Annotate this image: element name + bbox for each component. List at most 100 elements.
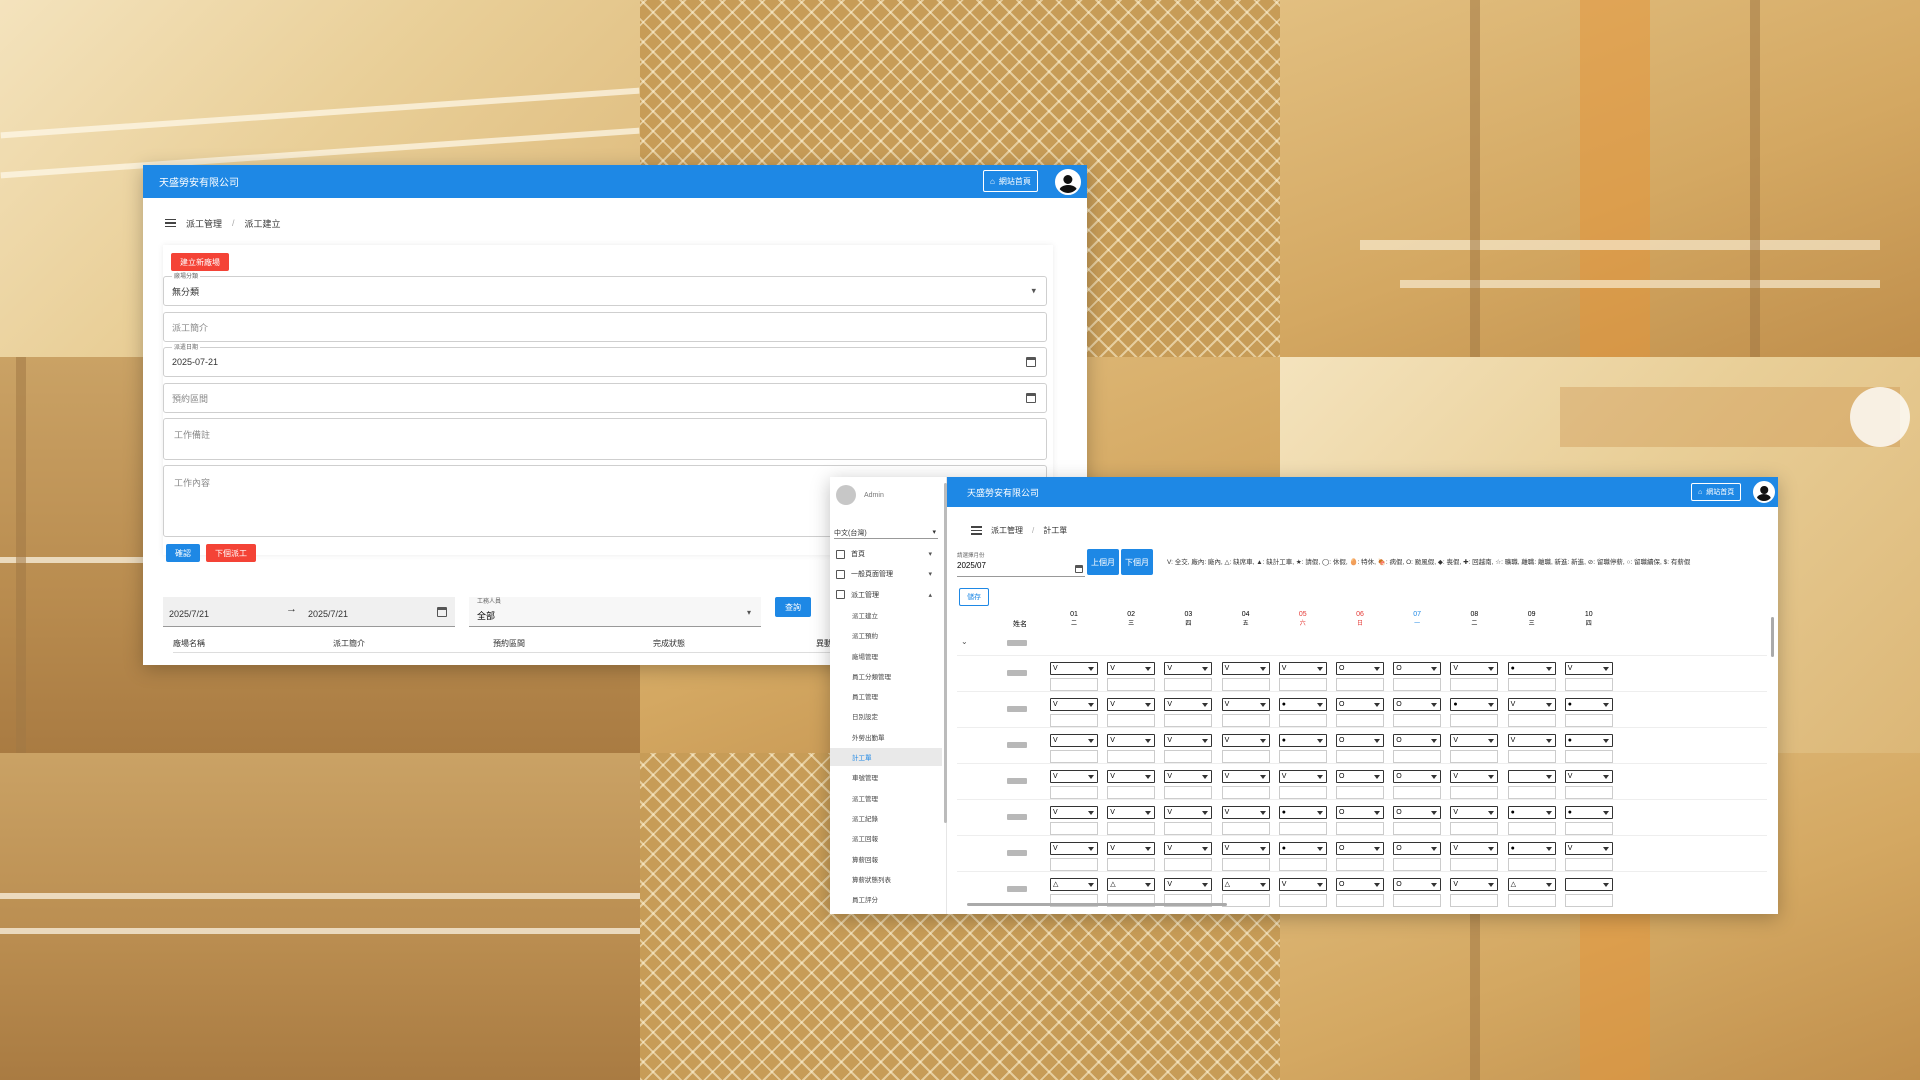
attendance-select[interactable]: V: [1164, 734, 1213, 747]
attendance-select[interactable]: △: [1221, 878, 1270, 891]
attendance-select[interactable]: [1564, 878, 1613, 891]
hours-input[interactable]: [1278, 714, 1327, 727]
hours-input[interactable]: [1221, 678, 1270, 691]
hours-input[interactable]: [1393, 786, 1442, 799]
hours-input[interactable]: [1107, 822, 1156, 835]
hours-input[interactable]: [1107, 678, 1156, 691]
hours-input[interactable]: [1336, 894, 1384, 907]
hours-input[interactable]: [1393, 714, 1442, 727]
sidebar-item[interactable]: 算薪回報: [830, 850, 942, 868]
hours-input[interactable]: [1221, 858, 1270, 871]
attendance-select[interactable]: △: [1507, 878, 1556, 891]
hours-input[interactable]: [1164, 786, 1213, 799]
note-textarea[interactable]: 工作備註: [163, 418, 1047, 460]
create-site-button[interactable]: 建立新廠場: [171, 253, 229, 271]
period-input[interactable]: 預約區間: [163, 383, 1047, 413]
attendance-select[interactable]: V: [1107, 662, 1156, 675]
attendance-select[interactable]: V: [1221, 770, 1270, 783]
attendance-select[interactable]: ●: [1564, 806, 1613, 819]
hours-input[interactable]: [1221, 750, 1270, 763]
hours-input[interactable]: [1050, 822, 1098, 835]
hours-input[interactable]: [1336, 858, 1384, 871]
hours-input[interactable]: [1507, 858, 1556, 871]
attendance-select[interactable]: ●: [1278, 842, 1327, 855]
attendance-select[interactable]: V: [1107, 698, 1156, 711]
sidebar-item[interactable]: 廠場管理: [830, 647, 942, 665]
attendance-select[interactable]: V: [1450, 734, 1499, 747]
attendance-select[interactable]: O: [1393, 662, 1442, 675]
attendance-select[interactable]: O: [1336, 770, 1384, 783]
attendance-select[interactable]: V: [1107, 842, 1156, 855]
hours-input[interactable]: [1564, 786, 1613, 799]
hours-input[interactable]: [1393, 822, 1442, 835]
menu-icon[interactable]: [165, 218, 176, 228]
attendance-select[interactable]: ●: [1278, 806, 1327, 819]
hours-input[interactable]: [1050, 786, 1098, 799]
prev-month-button[interactable]: 上個月: [1087, 549, 1119, 575]
hours-input[interactable]: [1107, 750, 1156, 763]
sidebar-item[interactable]: 員工評分: [830, 890, 942, 908]
hours-input[interactable]: [1107, 858, 1156, 871]
attendance-select[interactable]: V: [1564, 662, 1613, 675]
hours-input[interactable]: [1564, 858, 1613, 871]
attendance-select[interactable]: V: [1450, 662, 1499, 675]
hours-input[interactable]: [1507, 678, 1556, 691]
query-button[interactable]: 查詢: [775, 597, 811, 617]
category-select[interactable]: 廠場分類 無分類 ▾: [163, 271, 1047, 306]
hours-input[interactable]: [1564, 678, 1613, 691]
attendance-select[interactable]: ●: [1278, 698, 1327, 711]
horizontal-scrollbar[interactable]: [967, 903, 1227, 906]
attendance-select[interactable]: O: [1393, 770, 1442, 783]
sidebar-item[interactable]: 派工管理 ▴: [830, 586, 942, 604]
attendance-select[interactable]: O: [1336, 842, 1384, 855]
hours-input[interactable]: [1450, 858, 1499, 871]
attendance-select[interactable]: V: [1564, 842, 1613, 855]
hours-input[interactable]: [1164, 822, 1213, 835]
attendance-select[interactable]: V: [1221, 698, 1270, 711]
attendance-select[interactable]: V: [1107, 770, 1156, 783]
home-button[interactable]: ⌂ 網站首頁: [983, 170, 1038, 192]
attendance-select[interactable]: V: [1450, 878, 1499, 891]
chevron-down-icon[interactable]: ⌄: [961, 637, 968, 646]
hours-input[interactable]: [1393, 894, 1442, 907]
attendance-select[interactable]: V: [1050, 842, 1098, 855]
calendar-icon[interactable]: [1026, 357, 1036, 367]
attendance-select[interactable]: V: [1221, 806, 1270, 819]
menu-icon[interactable]: [971, 526, 982, 535]
attendance-select[interactable]: O: [1336, 806, 1384, 819]
worker-select[interactable]: 工務人員 全部 ▾: [469, 597, 761, 627]
date-range-picker[interactable]: 2025/7/21 → 2025/7/21: [163, 597, 455, 627]
calendar-icon[interactable]: [437, 606, 447, 617]
attendance-select[interactable]: V: [1164, 878, 1213, 891]
attendance-select[interactable]: V: [1507, 734, 1556, 747]
hours-input[interactable]: [1450, 894, 1499, 907]
language-select[interactable]: 中文(台灣) ▾: [834, 525, 938, 539]
attendance-select[interactable]: O: [1393, 806, 1442, 819]
hours-input[interactable]: [1164, 714, 1213, 727]
attendance-select[interactable]: ●: [1450, 698, 1499, 711]
attendance-select[interactable]: V: [1221, 842, 1270, 855]
hours-input[interactable]: [1507, 822, 1556, 835]
hours-input[interactable]: [1107, 786, 1156, 799]
hours-input[interactable]: [1221, 894, 1270, 907]
sidebar-item[interactable]: 外勞出勤單: [830, 728, 942, 746]
hours-input[interactable]: [1107, 714, 1156, 727]
sidebar-item[interactable]: 計工單: [830, 748, 942, 766]
hours-input[interactable]: [1450, 678, 1499, 691]
attendance-select[interactable]: ●: [1507, 842, 1556, 855]
hours-input[interactable]: [1278, 786, 1327, 799]
hours-input[interactable]: [1393, 750, 1442, 763]
sidebar-item[interactable]: 員工管理: [830, 687, 942, 705]
breadcrumb-item[interactable]: 派工管理: [186, 217, 222, 230]
attendance-select[interactable]: V: [1507, 698, 1556, 711]
hours-input[interactable]: [1050, 714, 1098, 727]
hours-input[interactable]: [1564, 714, 1613, 727]
vertical-scrollbar[interactable]: [1771, 617, 1774, 657]
date-input[interactable]: 派遣日期 2025-07-21: [163, 342, 1047, 377]
sidebar-item[interactable]: 日別設定: [830, 707, 942, 725]
attendance-select[interactable]: O: [1336, 878, 1384, 891]
month-picker[interactable]: 請選擇月份 2025/07: [957, 551, 1085, 577]
hours-input[interactable]: [1393, 858, 1442, 871]
intro-input[interactable]: 派工簡介: [163, 312, 1047, 342]
attendance-select[interactable]: V: [1278, 662, 1327, 675]
